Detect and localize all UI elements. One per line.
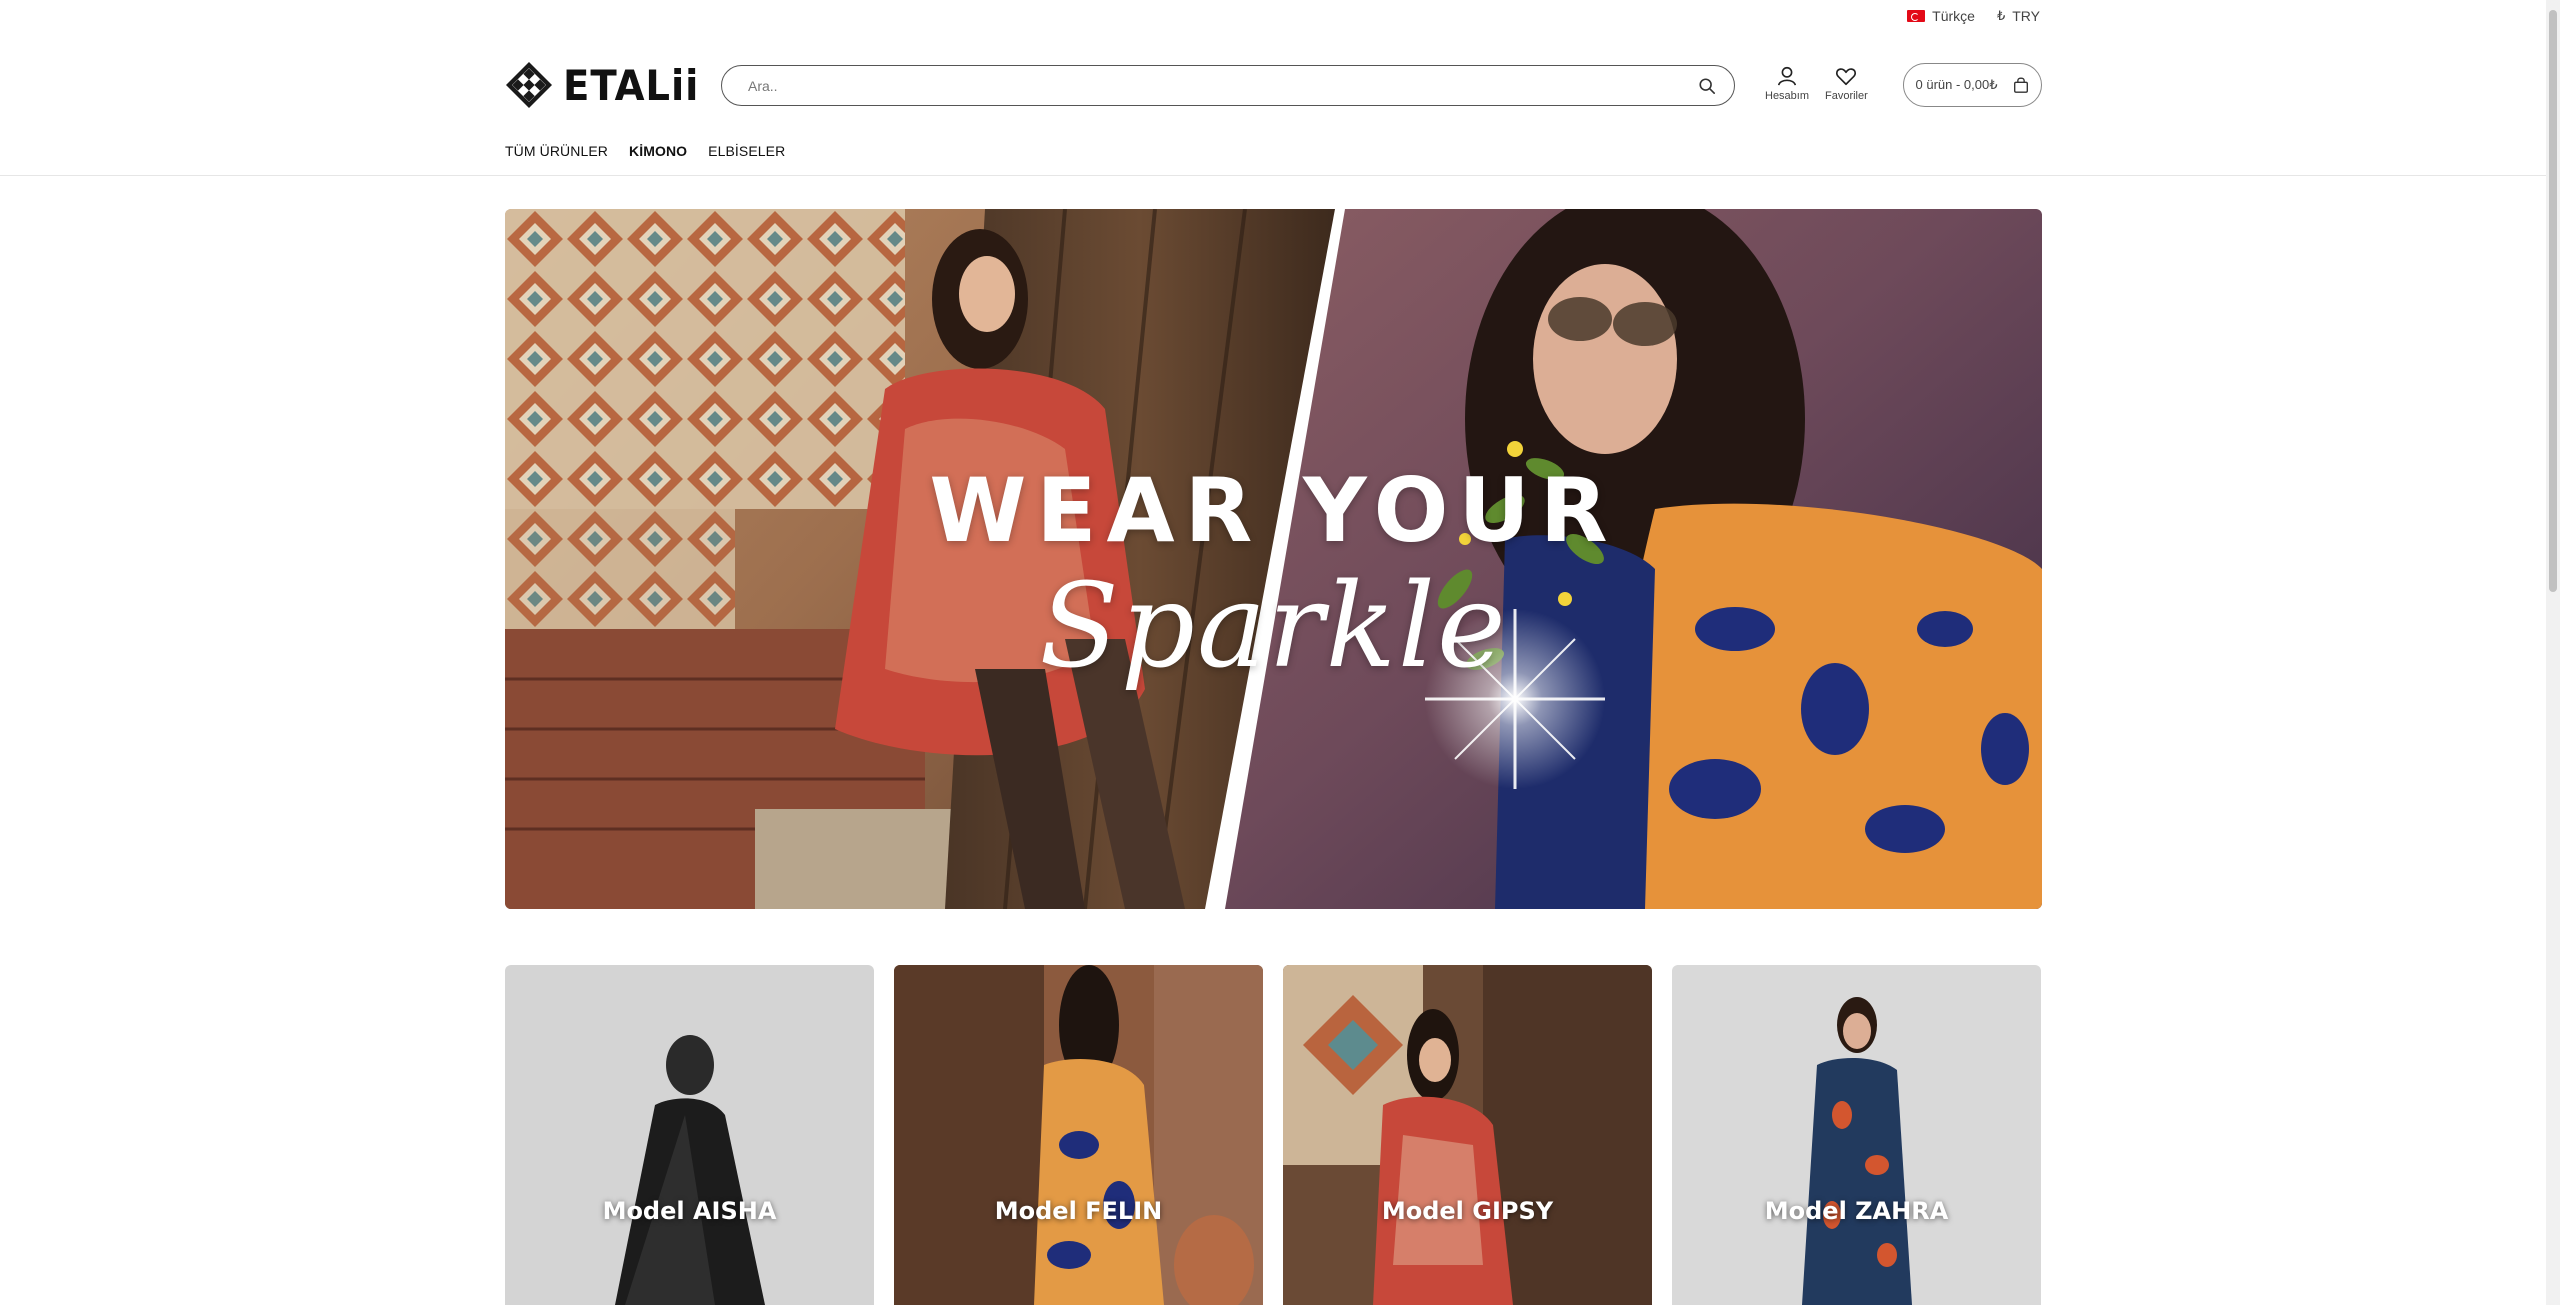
- account-link[interactable]: Hesabım: [1765, 65, 1809, 102]
- top-utility-bar: Türkçe ₺ TRY: [1907, 8, 2040, 24]
- cart-button[interactable]: 0 ürün - 0,00₺: [1903, 63, 2042, 107]
- model-card-aisha[interactable]: Model AISHA: [505, 965, 874, 1305]
- model-felin-image: [894, 965, 1263, 1305]
- model-card-label: Model FELIN: [994, 1197, 1163, 1225]
- nav-item-all-products[interactable]: TÜM ÜRÜNLER: [505, 143, 608, 159]
- logo[interactable]: ETALii: [505, 61, 720, 110]
- scrollbar-thumb[interactable]: [2549, 10, 2557, 592]
- model-zahra-image: [1672, 965, 2041, 1305]
- model-card-gipsy[interactable]: Model GIPSY: [1283, 965, 1652, 1305]
- nav-item-kimono[interactable]: KİMONO: [629, 143, 687, 159]
- model-card-label: Model AISHA: [602, 1197, 777, 1225]
- search-icon[interactable]: [1698, 77, 1716, 95]
- logo-diamond-icon: [506, 62, 552, 108]
- cart-summary: 0 ürün - 0,00₺: [1915, 77, 1998, 92]
- model-gipsy-image: [1283, 965, 1652, 1305]
- user-icon: [1777, 66, 1797, 86]
- model-card-label: Model GIPSY: [1381, 1197, 1554, 1225]
- turkey-flag-icon: [1907, 10, 1926, 22]
- model-card-label: Model ZAHRA: [1764, 1197, 1949, 1225]
- model-cards: Model AISHA Model FELIN Model GIPSY Mode…: [505, 965, 2041, 1305]
- search-bar: [721, 65, 1735, 106]
- search-input[interactable]: [748, 77, 1698, 94]
- lira-icon: ₺: [1996, 8, 2006, 23]
- model-aisha-image: [505, 965, 874, 1305]
- logo-text: ETALii: [563, 60, 700, 110]
- hero-script-text: Sparkle: [1039, 559, 1508, 694]
- account-label: Hesabım: [1765, 90, 1810, 102]
- favorites-label: Favoriler: [1825, 90, 1868, 102]
- hero-title: WEAR YOUR: [929, 459, 1618, 562]
- header-divider: [0, 175, 2560, 176]
- currency-label: TRY: [2012, 8, 2040, 24]
- nav-item-dresses[interactable]: ELBİSELER: [708, 143, 785, 159]
- hero-banner[interactable]: WEAR YOUR Sparkle: [505, 209, 2042, 909]
- main-nav: TÜM ÜRÜNLER KİMONO ELBİSELER: [505, 143, 785, 159]
- currency-selector[interactable]: ₺ TRY: [1997, 8, 2040, 24]
- page-scrollbar[interactable]: [2546, 0, 2560, 1305]
- language-label: Türkçe: [1932, 8, 1975, 24]
- language-selector[interactable]: Türkçe: [1907, 8, 1975, 24]
- model-card-felin[interactable]: Model FELIN: [894, 965, 1263, 1305]
- favorites-link[interactable]: Favoriler: [1825, 65, 1868, 102]
- heart-icon: [1836, 68, 1857, 86]
- model-card-zahra[interactable]: Model ZAHRA: [1672, 965, 2041, 1305]
- site-header: ETALii Hesabım Favoriler 0 ürün - 0,00₺: [505, 55, 2042, 115]
- shopping-bag-icon: [2013, 77, 2028, 93]
